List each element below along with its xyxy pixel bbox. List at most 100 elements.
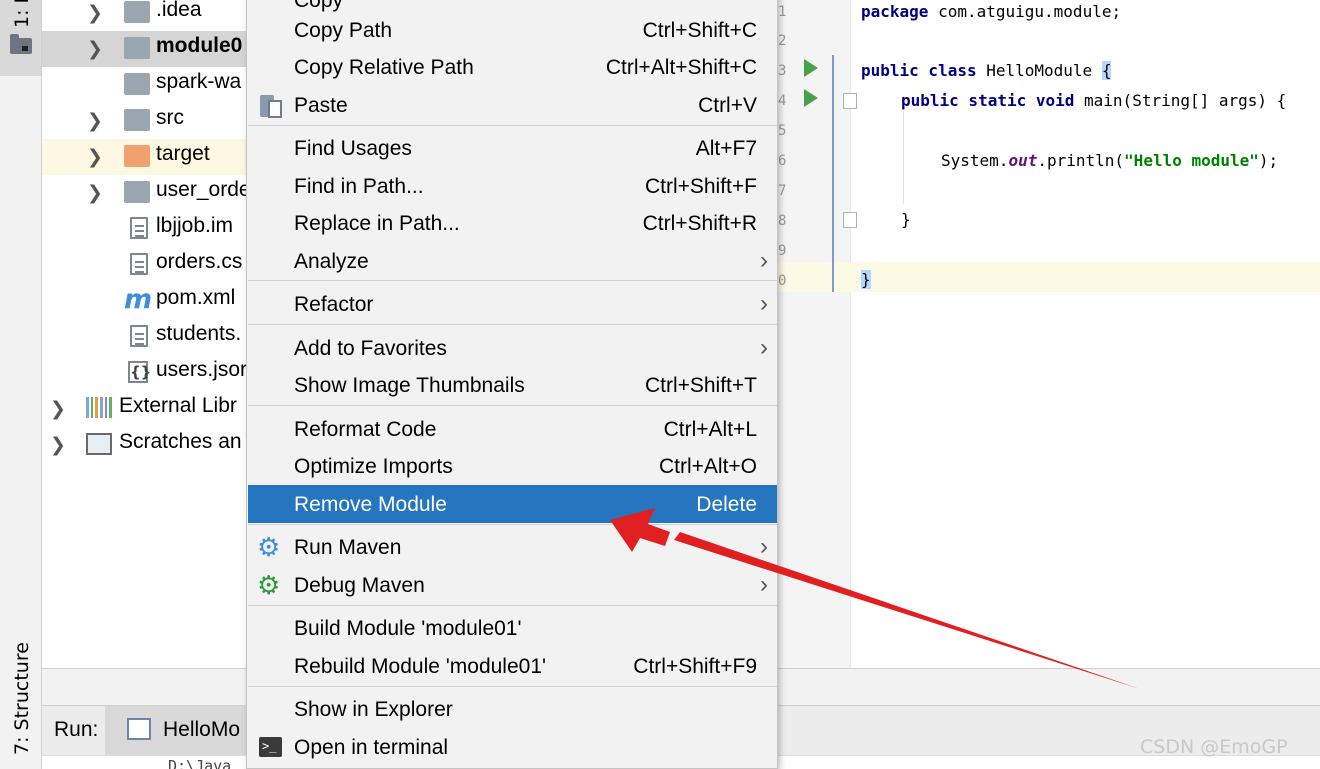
clipboard-icon (260, 92, 282, 118)
tree-item-target[interactable]: ❯ target (42, 139, 248, 175)
chevron-right-icon[interactable]: ❯ (50, 398, 66, 420)
chevron-right-icon[interactable]: ❯ (87, 146, 103, 168)
terminal-icon: >_ (259, 737, 282, 757)
line-number: 9 (778, 243, 787, 259)
menu-item-paste[interactable]: Paste Ctrl+V (248, 86, 777, 124)
code-line-1: package com.atguigu.module; (861, 2, 1121, 21)
menu-item-shortcut: Alt+F7 (695, 137, 757, 160)
tree-item-pom-xml[interactable]: m pom.xml (42, 283, 248, 319)
class-name: HelloModule (976, 61, 1102, 80)
run-config-icon (127, 718, 151, 740)
run-main-icon[interactable] (804, 89, 818, 107)
project-tool-label: 1: P (11, 0, 33, 28)
tree-item-module01[interactable]: ❯ module0 (42, 31, 248, 67)
folder-icon (124, 181, 150, 203)
run-tab-hellomodule[interactable]: HelloMo (105, 706, 255, 756)
chevron-right-icon[interactable]: ❯ (87, 38, 103, 60)
menu-item-copy-relative-path[interactable]: Copy Relative Path Ctrl+Alt+Shift+C (248, 48, 777, 86)
fold-collapse-icon[interactable] (843, 93, 857, 109)
tree-item-scratches[interactable]: ❯ Scratches an (42, 427, 248, 463)
menu-item-open-in-terminal[interactable]: >_ Open in terminal (248, 728, 777, 766)
menu-item-label: Build Module 'module01' (294, 617, 522, 640)
menu-item-analyze[interactable]: Analyze › (248, 242, 777, 280)
line-number: 6 (778, 153, 787, 169)
line-number: 5 (778, 123, 787, 139)
tree-item-label: target (156, 142, 210, 165)
structure-tool-window-tab[interactable]: 7: Structure (11, 642, 33, 755)
tree-item-src[interactable]: ❯ src (42, 103, 248, 139)
menu-item-label: Paste (294, 94, 348, 117)
module-folder-icon (124, 37, 150, 59)
menu-item-build-module[interactable]: Build Module 'module01' (248, 609, 777, 647)
tree-item-label: lbjjob.im (156, 214, 234, 237)
tree-item-lbjjob-iml[interactable]: lbjjob.im (42, 211, 248, 247)
menu-item-show-in-explorer[interactable]: Show in Explorer (248, 690, 777, 728)
menu-item-reformat-code[interactable]: Reformat Code Ctrl+Alt+L (248, 410, 777, 448)
chevron-right-icon[interactable]: ❯ (87, 2, 103, 24)
tree-item-label: spark-wa (156, 70, 242, 93)
menu-item-find-in-path[interactable]: Find in Path... Ctrl+Shift+F (248, 167, 777, 205)
library-icon (86, 397, 113, 419)
submenu-arrow-icon: › (760, 290, 768, 317)
menu-item-label: Copy Relative Path (294, 56, 474, 79)
line-number: 1 (778, 4, 787, 20)
keyword: package (861, 2, 929, 21)
tree-item-label: students. (156, 322, 242, 345)
matched-brace: } (861, 270, 871, 289)
menu-item-run-maven[interactable]: ⚙ Run Maven › (248, 528, 777, 566)
watermark: CSDN @EmoGP (1140, 736, 1288, 758)
project-tool-window-tab[interactable]: 1: P (0, 0, 41, 76)
text-file-icon (130, 325, 148, 347)
chevron-right-icon[interactable]: ❯ (50, 434, 66, 456)
menu-item-debug-maven[interactable]: ⚙ Debug Maven › (248, 566, 777, 604)
tree-item-users-json[interactable]: {} users.jsor (42, 355, 248, 391)
menu-separator (248, 524, 777, 525)
menu-item-optimize-imports[interactable]: Optimize Imports Ctrl+Alt+O (248, 447, 777, 485)
project-folder-icon (10, 34, 32, 54)
menu-item-copy-path[interactable]: Copy Path Ctrl+Shift+C (248, 11, 777, 49)
folder-icon (124, 109, 150, 131)
menu-item-label: Find Usages (294, 137, 412, 160)
json-file-icon: {} (128, 361, 152, 383)
menu-item-label: Rebuild Module 'module01' (294, 655, 547, 678)
chevron-right-icon[interactable]: ❯ (87, 110, 103, 132)
indent-guide (903, 112, 904, 204)
code-line-6: System.out.println("Hello module"); (941, 151, 1278, 170)
menu-separator (248, 686, 777, 687)
menu-item-remove-module[interactable]: Remove Module Delete (248, 485, 777, 523)
menu-separator (248, 125, 777, 126)
code-line-3: public class HelloModule { (861, 61, 1112, 80)
menu-item-find-usages[interactable]: Find Usages Alt+F7 (248, 129, 777, 167)
tree-item-spark-warehouse[interactable]: spark-wa (42, 67, 248, 103)
context-menu: Copy Copy Path Ctrl+Shift+C Copy Relativ… (246, 0, 778, 769)
menu-item-shortcut: Ctrl+Shift+F (644, 175, 757, 198)
menu-item-replace-in-path[interactable]: Replace in Path... Ctrl+Shift+R (248, 204, 777, 242)
tree-item-students[interactable]: students. (42, 319, 248, 355)
menu-item-shortcut: Ctrl+Shift+R (642, 212, 757, 235)
menu-item-rebuild-module[interactable]: Rebuild Module 'module01' Ctrl+Shift+F9 (248, 647, 777, 685)
tree-item-orders-csv[interactable]: orders.cs (42, 247, 248, 283)
menu-item-refactor[interactable]: Refactor › (248, 285, 777, 323)
code-text: .println( (1037, 151, 1125, 170)
menu-item-label: Refactor (294, 293, 374, 316)
tree-item-label: src (156, 106, 184, 129)
fold-collapse-icon[interactable] (843, 212, 857, 228)
tree-item-label: orders.cs (156, 250, 243, 273)
project-tree: ❯ .idea ❯ module0 spark-wa ❯ src ❯ targe… (42, 0, 248, 705)
code-text: com.atguigu.module; (928, 2, 1122, 21)
menu-item-label: Replace in Path... (294, 212, 460, 235)
tree-item-user-orders[interactable]: ❯ user_orde (42, 175, 248, 211)
static-field: out (1008, 151, 1038, 170)
console-output: D:\Java (168, 757, 232, 769)
run-class-icon[interactable] (804, 59, 818, 77)
menu-item-show-image-thumbnails[interactable]: Show Image Thumbnails Ctrl+Shift+T (248, 366, 777, 404)
menu-item-shortcut: Ctrl+Alt+Shift+C (605, 56, 757, 79)
tree-item-idea[interactable]: ❯ .idea (42, 0, 248, 31)
menu-item-add-to-favorites[interactable]: Add to Favorites › (248, 329, 777, 367)
tree-item-external-libraries[interactable]: ❯ External Libr (42, 391, 248, 427)
iml-file-icon (130, 217, 148, 239)
code-line-10: } (861, 270, 871, 289)
tree-item-label: user_orde (156, 178, 248, 201)
menu-item-label: Find in Path... (294, 175, 424, 198)
chevron-right-icon[interactable]: ❯ (87, 182, 103, 204)
